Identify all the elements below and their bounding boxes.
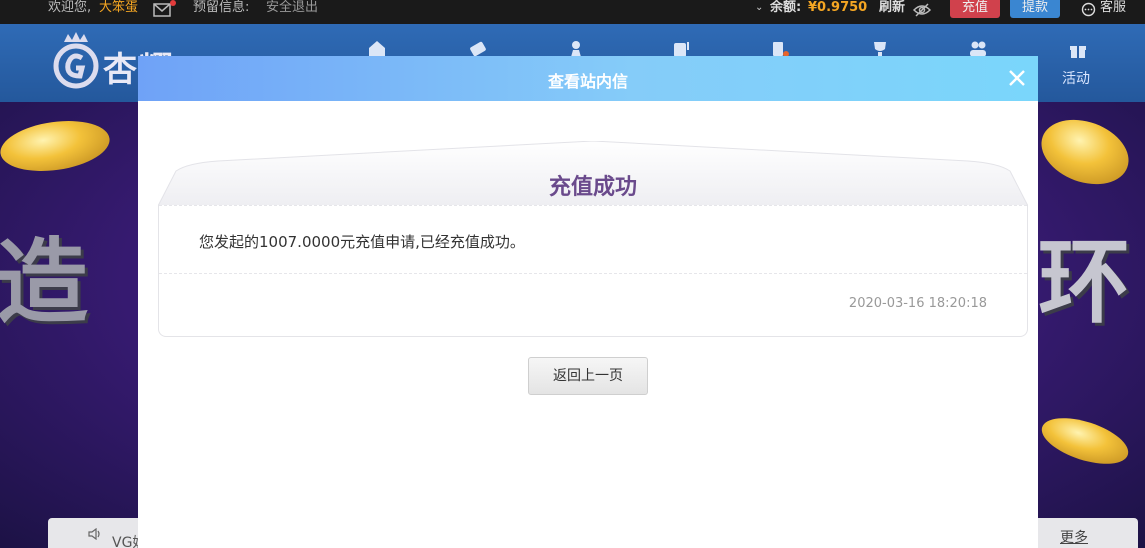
gift-icon[interactable] (1068, 38, 1088, 60)
top-bar: 欢迎您, 大笨蛋 预留信息: 安全退出 ⌄ 余额: ¥0.9750 刷新 充值 … (0, 0, 1145, 24)
logo-emblem-icon[interactable] (52, 32, 100, 90)
balance-value: ¥0.9750 (808, 0, 868, 15)
logout-link[interactable]: 安全退出 (266, 0, 318, 20)
message-dialog: 查看站内信 您发起的1007.0000元充值申请,已经充值成功。 2020-03… (138, 56, 1038, 548)
banner-right-text: 环 (1038, 229, 1131, 336)
customer-service-link[interactable]: 客服 (1100, 0, 1126, 20)
withdraw-button[interactable]: 提款 (1010, 0, 1060, 18)
divider (159, 273, 1027, 274)
gold-coin-image (1032, 108, 1138, 196)
speaker-icon (88, 528, 100, 540)
welcome-text: 欢迎您, (48, 0, 92, 15)
divider (159, 205, 1027, 206)
eye-hidden-icon[interactable] (913, 0, 931, 20)
chat-bubble-icon[interactable] (1081, 0, 1096, 20)
message-content: 您发起的1007.0000元充值申请,已经充值成功。 (199, 233, 525, 251)
nav-item-activity[interactable]: 活动 (1062, 68, 1090, 88)
username-link[interactable]: 大笨蛋 (99, 0, 138, 20)
dialog-header: 查看站内信 (138, 56, 1038, 101)
banner-left-text: 造 (0, 229, 89, 336)
recharge-button[interactable]: 充值 (950, 0, 1000, 18)
refresh-button[interactable]: 刷新 (879, 0, 905, 20)
dialog-title: 查看站内信 (547, 72, 628, 91)
close-icon[interactable] (1006, 67, 1028, 89)
balance-label: 余额: (770, 0, 802, 15)
back-button[interactable]: 返回上一页 (528, 357, 648, 395)
reserved-info-label: 预留信息: (193, 0, 250, 15)
message-body-card: 您发起的1007.0000元充值申请,已经充值成功。 2020-03-16 18… (158, 205, 1028, 337)
mail-unread-dot (170, 0, 176, 6)
message-title: 充值成功 (548, 175, 637, 200)
mail-icon[interactable] (153, 0, 171, 20)
more-link[interactable]: 更多 (1060, 527, 1088, 547)
message-timestamp: 2020-03-16 18:20:18 (848, 296, 987, 311)
message-card: 您发起的1007.0000元充值申请,已经充值成功。 2020-03-16 18… (158, 141, 1028, 337)
chevron-down-icon[interactable]: ⌄ (755, 0, 763, 20)
gold-coin-image (1036, 409, 1134, 473)
gold-coin-image (0, 114, 113, 178)
